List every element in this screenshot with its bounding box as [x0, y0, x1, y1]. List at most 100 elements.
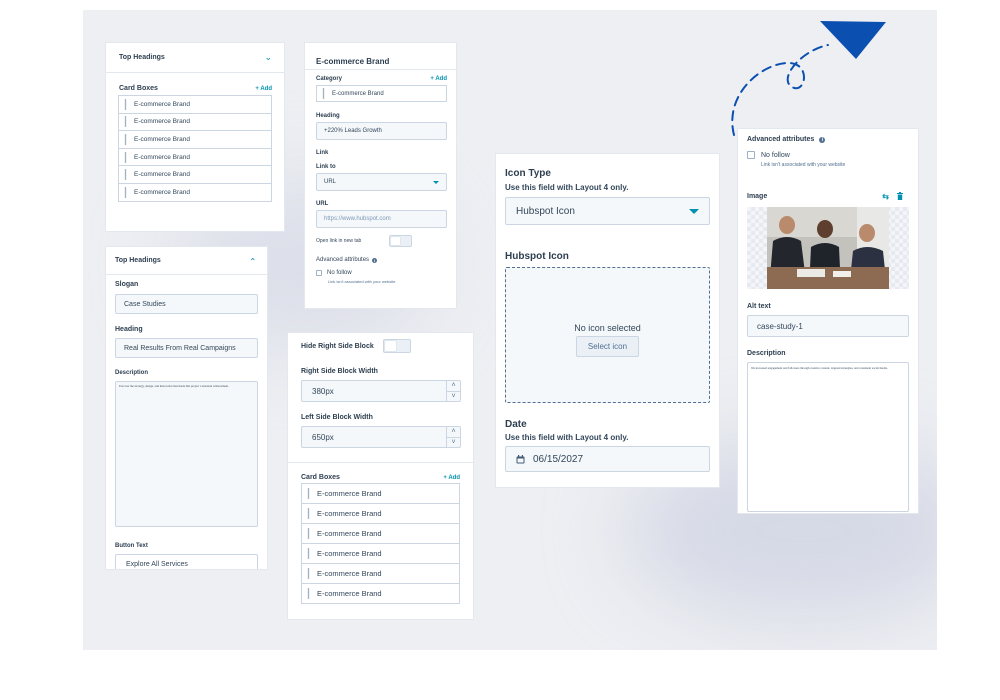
advanced-attributes-label: Advanced attributes: [316, 257, 370, 263]
description-field[interactable]: We increased engagement and followers th…: [747, 362, 909, 512]
drag-handle-icon[interactable]: [322, 88, 325, 99]
card-box-item[interactable]: E-commerce Brand: [301, 483, 460, 504]
drag-handle-icon[interactable]: [124, 151, 127, 163]
nofollow-checkbox[interactable]: [316, 270, 322, 276]
alt-text-field[interactable]: case-study-1: [747, 315, 909, 337]
date-field[interactable]: 06/15/2027: [505, 446, 710, 472]
card-box-item[interactable]: E-commerce Brand: [301, 503, 460, 524]
new-tab-label: Open link in new tab: [316, 238, 362, 244]
card-boxes-label: Card Boxes: [301, 474, 340, 481]
drag-handle-icon[interactable]: [307, 568, 310, 579]
url-label: URL: [316, 201, 329, 207]
icon-dropzone[interactable]: No icon selected Select icon: [505, 267, 710, 403]
url-value: https://www.hubspot.com: [324, 216, 391, 222]
chevron-down-icon[interactable]: ⌄: [264, 53, 272, 62]
heading-field[interactable]: Real Results From Real Campaigns: [115, 338, 258, 358]
card-box-item[interactable]: E-commerce Brand: [118, 95, 272, 114]
drag-handle-icon[interactable]: [307, 588, 310, 599]
nofollow-label: No follow: [761, 151, 790, 159]
number-stepper[interactable]: ˄ ˅: [446, 427, 460, 447]
chevron-down-icon[interactable]: ˅: [447, 392, 460, 402]
image-label: Image: [747, 193, 768, 200]
category-value: E-commerce Brand: [332, 90, 384, 97]
card-box-label: E-commerce Brand: [317, 589, 382, 598]
drag-handle-icon[interactable]: [307, 548, 310, 559]
nofollow-hint: Link isn't associated with your website: [328, 279, 396, 284]
drag-handle-icon[interactable]: [124, 133, 127, 145]
new-tab-toggle[interactable]: [389, 235, 412, 247]
card-box-item[interactable]: E-commerce Brand: [118, 182, 272, 202]
card-box-label: E-commerce Brand: [134, 135, 190, 143]
advanced-attributes-label: Advanced attributes: [747, 136, 815, 143]
meeting-photo: [767, 207, 889, 289]
chevron-up-icon[interactable]: ˄: [447, 381, 460, 392]
button-text-value: Explore All Services: [126, 560, 188, 568]
hide-right-block-label: Hide Right Side Block: [301, 342, 374, 350]
left-width-field[interactable]: 650px ˄ ˅: [301, 426, 461, 448]
card-box-item[interactable]: E-commerce Brand: [118, 165, 272, 184]
chevron-down-icon[interactable]: ˅: [447, 438, 460, 448]
left-width-value: 650px: [312, 432, 334, 442]
card-box-label: E-commerce Brand: [134, 118, 190, 126]
date-hint: Use this field with Layout 4 only.: [505, 433, 629, 442]
url-field[interactable]: https://www.hubspot.com: [316, 210, 447, 228]
button-text-field[interactable]: Explore All Services: [115, 554, 258, 569]
info-icon[interactable]: i: [819, 136, 826, 143]
info-icon[interactable]: i: [372, 257, 378, 263]
left-width-label: Left Side Block Width: [301, 414, 373, 421]
drag-handle-icon[interactable]: [124, 98, 127, 110]
swap-icon[interactable]: ⇆: [882, 192, 889, 201]
icon-type-label: Icon Type: [505, 168, 551, 179]
alt-text-value: case-study-1: [757, 321, 803, 331]
category-item[interactable]: E-commerce Brand: [316, 85, 447, 102]
drag-handle-icon[interactable]: [124, 186, 127, 198]
hide-right-block-toggle[interactable]: [382, 339, 411, 353]
description-label: Description: [747, 350, 786, 357]
trash-icon[interactable]: [897, 192, 903, 200]
heading-field[interactable]: +220% Leads Growth: [316, 122, 447, 140]
section-title: Top Headings: [115, 257, 161, 264]
top-headings-header[interactable]: Top Headings ⌄: [106, 43, 284, 73]
link-to-label: Link to: [316, 164, 336, 170]
add-card-box-button[interactable]: + Add: [443, 475, 460, 481]
chevron-up-icon[interactable]: ˄: [447, 427, 460, 438]
add-category-button[interactable]: + Add: [430, 76, 447, 82]
card-box-label: E-commerce Brand: [134, 171, 190, 179]
drag-handle-icon[interactable]: [307, 528, 310, 539]
top-headings-form-panel: Top Headings ⌄ Slogan Case Studies Headi…: [105, 246, 268, 570]
right-width-field[interactable]: 380px ˄ ˅: [301, 380, 461, 402]
date-label: Date: [505, 419, 527, 430]
image-preview[interactable]: [747, 207, 909, 289]
card-box-item[interactable]: E-commerce Brand: [301, 523, 460, 544]
chevron-up-icon[interactable]: ⌄: [249, 256, 257, 266]
ecommerce-brand-panel: E-commerce Brand Category + Add E-commer…: [304, 42, 457, 309]
drag-handle-icon[interactable]: [307, 508, 310, 519]
card-box-item[interactable]: E-commerce Brand: [118, 112, 272, 132]
card-box-item[interactable]: E-commerce Brand: [118, 147, 272, 167]
drag-handle-icon[interactable]: [124, 169, 127, 181]
icon-type-select[interactable]: Hubspot Icon: [505, 197, 710, 225]
card-box-item[interactable]: E-commerce Brand: [118, 130, 272, 149]
card-box-item[interactable]: E-commerce Brand: [301, 563, 460, 584]
card-box-label: E-commerce Brand: [134, 153, 190, 161]
heading-value: +220% Leads Growth: [324, 128, 382, 134]
card-box-label: E-commerce Brand: [317, 489, 382, 498]
nofollow-label: No follow: [327, 270, 352, 276]
drag-handle-icon[interactable]: [124, 116, 127, 128]
card-box-item[interactable]: E-commerce Brand: [301, 543, 460, 564]
number-stepper[interactable]: ˄ ˅: [446, 381, 460, 401]
description-field[interactable]: Uncover the strategy, design, and innova…: [115, 381, 258, 527]
block-settings-panel: Hide Right Side Block Right Side Block W…: [287, 332, 474, 620]
select-icon-button[interactable]: Select icon: [575, 336, 640, 357]
card-box-label: E-commerce Brand: [134, 188, 190, 196]
icon-type-value: Hubspot Icon: [516, 205, 575, 217]
nofollow-checkbox[interactable]: [747, 151, 755, 159]
link-to-select[interactable]: URL: [316, 173, 447, 191]
icon-type-hint: Use this field with Layout 4 only.: [505, 183, 629, 192]
hubspot-icon-label: Hubspot Icon: [505, 251, 569, 262]
card-box-item[interactable]: E-commerce Brand: [301, 583, 460, 604]
top-headings-header[interactable]: Top Headings ⌄: [106, 247, 267, 275]
drag-handle-icon[interactable]: [307, 488, 310, 499]
slogan-field[interactable]: Case Studies: [115, 294, 258, 314]
add-card-box-button[interactable]: + Add: [255, 86, 272, 92]
